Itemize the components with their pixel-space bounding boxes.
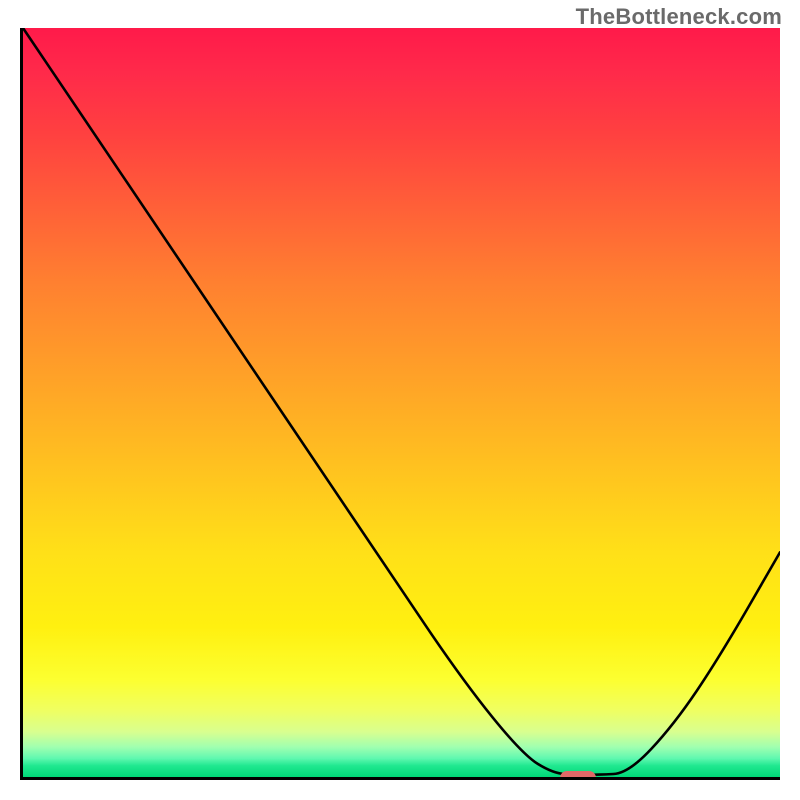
watermark-text: TheBottleneck.com: [576, 4, 782, 30]
optimal-point-marker: [560, 771, 596, 780]
chart-curve: [23, 28, 780, 777]
chart-plot-area: [20, 28, 780, 780]
